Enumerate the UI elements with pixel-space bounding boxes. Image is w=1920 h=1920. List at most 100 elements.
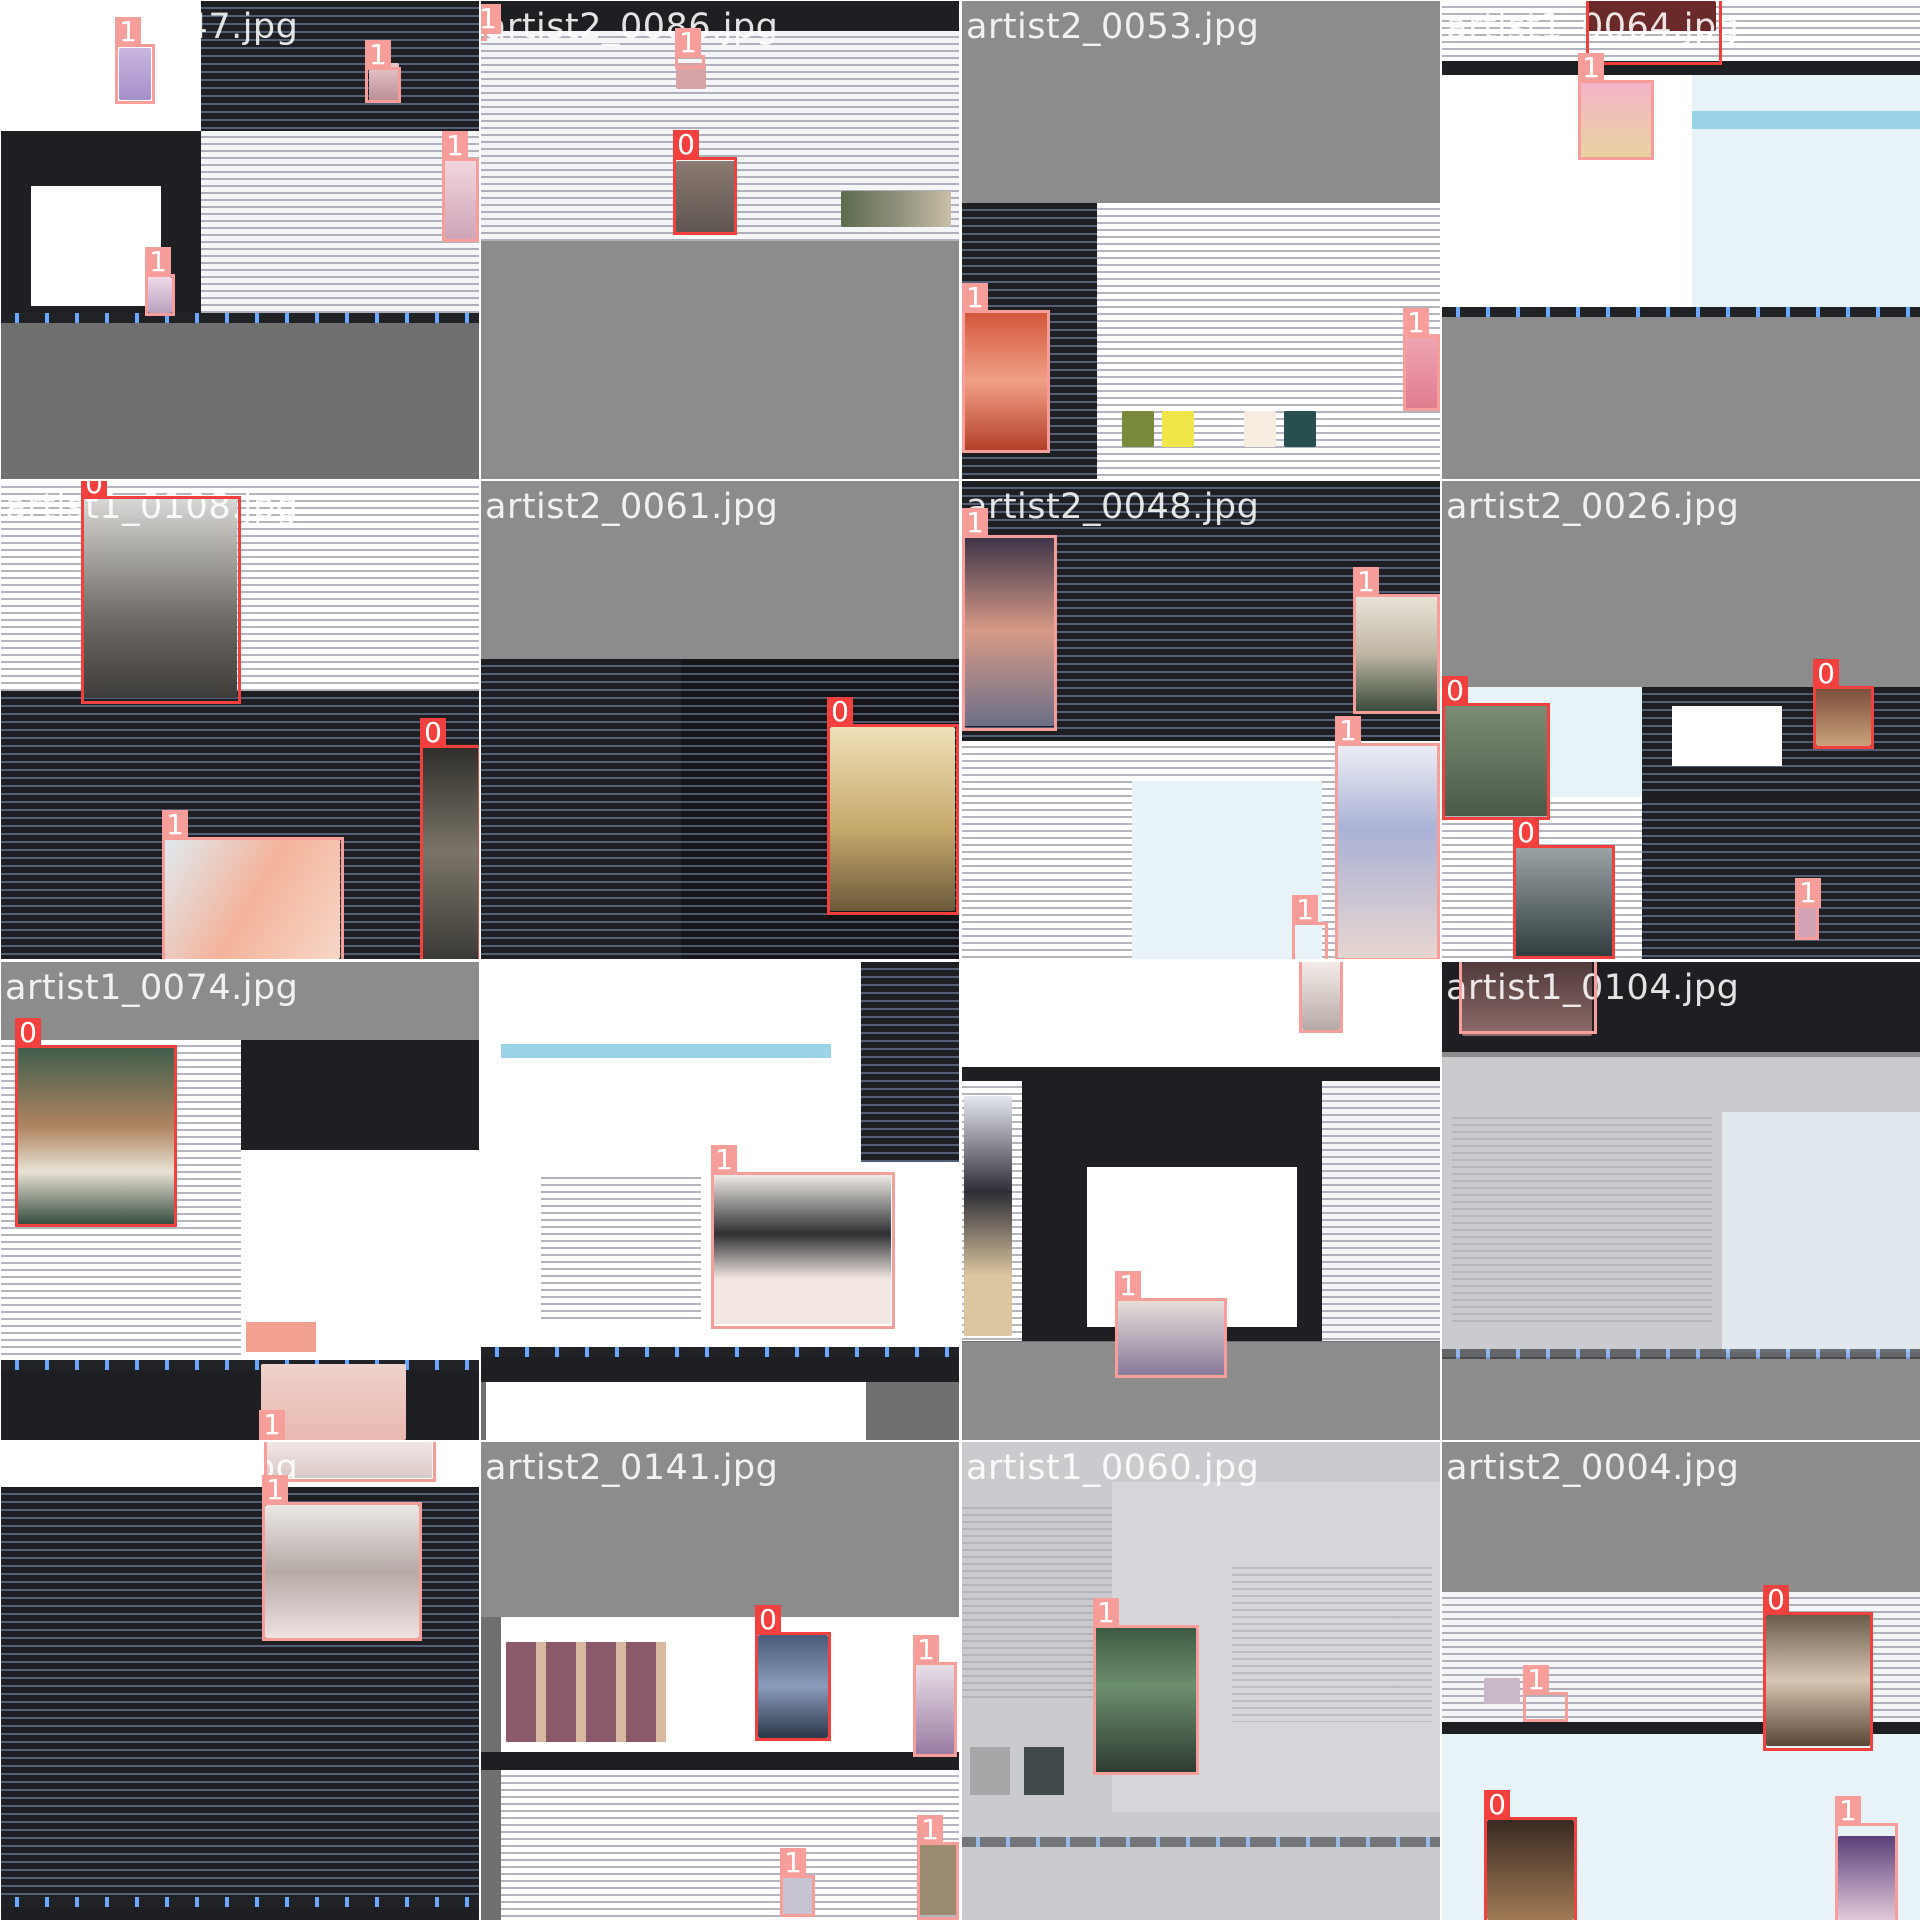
image-card (1122, 411, 1154, 447)
detection-class-label: 1 (162, 810, 188, 840)
detection-class-label: 0 (673, 130, 699, 160)
browser-page (501, 1770, 959, 1920)
tile-filename: artist2_0053.jpg (966, 7, 1260, 47)
detection-class-label: 1 (1353, 567, 1379, 597)
detection-class-label: 1 (259, 1410, 285, 1440)
code-editor-window (481, 659, 681, 959)
detection-box: 1 (962, 508, 1057, 731)
tile-artist1-0074: artist1_0074.jpg 0 1 (1, 962, 479, 1440)
detection-class-label: 1 (145, 247, 171, 277)
taskbar (481, 1347, 959, 1357)
detection-box: 1 (442, 131, 479, 242)
detection-box: 0 (1442, 676, 1550, 820)
detection-box: 1 (115, 17, 155, 104)
detection-class-label: 0 (827, 697, 853, 727)
detection-box: 0 (420, 718, 479, 959)
detection-box: 1 (711, 1145, 895, 1329)
tile-filename: artist2_0048.jpg (966, 487, 1260, 527)
dark-window (481, 1357, 959, 1382)
taskbar (1, 1897, 479, 1907)
tile-artist2-0136: artist2_0136.jpg 1 1 (1, 1442, 479, 1920)
tile-artist2-0158: artist2_0158.jpg 1 1 (962, 962, 1440, 1440)
tile-artist2-0048: artist2_0048.jpg 1 1 1 1 (962, 481, 1440, 959)
detection-class-label: 1 (1835, 1796, 1861, 1826)
article-body (1452, 1112, 1712, 1322)
image-card (1162, 411, 1194, 447)
tab-strip (481, 1752, 959, 1770)
detection-box: 1 (913, 1635, 957, 1757)
detection-box: 1 (1093, 1598, 1199, 1775)
detection-box: 1 (1335, 716, 1440, 959)
detection-box: 0 (1484, 1790, 1577, 1920)
tile-filename: artist2_0136.jpg (5, 1448, 299, 1488)
detection-box: 1 (1403, 308, 1440, 411)
detection-box: 1 (264, 1442, 436, 1482)
browser-page (1442, 75, 1692, 311)
detection-class-label: 0 (1813, 659, 1839, 689)
detection-box: 1 (917, 1815, 959, 1920)
detection-box: 0 (755, 1605, 831, 1741)
tile-filename: artist2_0032.jpg (485, 968, 779, 1008)
dark-window (1, 1907, 479, 1920)
browser-page (201, 131, 479, 316)
detection-class-label: 0 (15, 1018, 41, 1048)
tile-filename: artist1_0060.jpg (966, 1448, 1260, 1488)
browser-page (1322, 1081, 1440, 1341)
image-card (1244, 411, 1276, 447)
detection-class-label: 1 (1115, 1271, 1141, 1301)
detection-class-label: 1 (262, 1475, 288, 1505)
dark-window (1, 1370, 479, 1440)
taskbar (1442, 307, 1920, 317)
image-card (1024, 1747, 1064, 1795)
google-page (486, 1382, 866, 1440)
tile-filename: artist2_0026.jpg (1446, 487, 1740, 527)
detection-class-label: 1 (115, 17, 141, 47)
tile-artist2-0053: artist2_0053.jpg 1 1 (962, 1, 1440, 479)
tile-filename: artist2_0147.jpg (5, 7, 299, 47)
detection-box: 0 (827, 697, 959, 915)
detection-box: 1 (1578, 53, 1654, 160)
notification-card (246, 1322, 316, 1352)
detection-box: 1 (1795, 878, 1821, 940)
detection-box: 1 (365, 40, 401, 103)
detection-class-label: 1 (675, 28, 701, 58)
tile-artist1-0108: artist1_0108.jpg 0 1 0 (1, 481, 479, 959)
tile-artist2-0004: artist2_0004.jpg 0 1 0 1 (1442, 1442, 1920, 1920)
detection-class-label: 1 (1403, 308, 1429, 338)
artwork-strip (964, 1096, 1012, 1336)
padding (1442, 317, 1920, 479)
detection-box: 0 (1763, 1585, 1873, 1751)
detection-box: 1 (1292, 895, 1328, 959)
taskbar (1, 313, 479, 323)
detection-class-label: 1 (1335, 716, 1361, 746)
taskbar (962, 1837, 1440, 1847)
detection-class-label: 1 (1292, 895, 1318, 925)
detection-class-label: 1 (1093, 1598, 1119, 1628)
taskbar (1, 1360, 479, 1370)
detection-box: 0 (1813, 659, 1874, 749)
detection-class-label: 0 (1442, 676, 1468, 706)
detection-class-label: 0 (1513, 818, 1539, 848)
dialog (31, 186, 161, 306)
detection-class-label: 0 (420, 718, 446, 748)
detection-class-label: 1 (780, 1848, 806, 1878)
tile-artist1-0104: artist1_0104.jpg 1 (1442, 962, 1920, 1440)
detection-box: 1 (1115, 1271, 1227, 1378)
tile-artist2-0147: artist2_0147.jpg 1 1 1 1 (1, 1, 479, 479)
detection-class-label: 0 (1484, 1790, 1510, 1820)
detection-class-label: 1 (1795, 878, 1821, 908)
detection-box: 1 (1459, 962, 1597, 1034)
tab-strip (962, 1067, 1440, 1081)
detection-box: 1 (1523, 1665, 1568, 1722)
detection-class-label: 1 (1578, 53, 1604, 83)
detection-box: 1 (675, 28, 705, 69)
image-card (970, 1747, 1010, 1795)
image-card (1284, 411, 1316, 447)
detection-class-label: 0 (755, 1605, 781, 1635)
detection-class-label: 1 (917, 1815, 943, 1845)
detection-box: 0 (673, 130, 737, 235)
tile-filename: artist2_0086.jpg (485, 7, 779, 47)
detection-class-label: 0 (81, 481, 107, 499)
detection-box: 1 (1835, 1796, 1898, 1920)
detection-box: 1 (145, 247, 175, 316)
